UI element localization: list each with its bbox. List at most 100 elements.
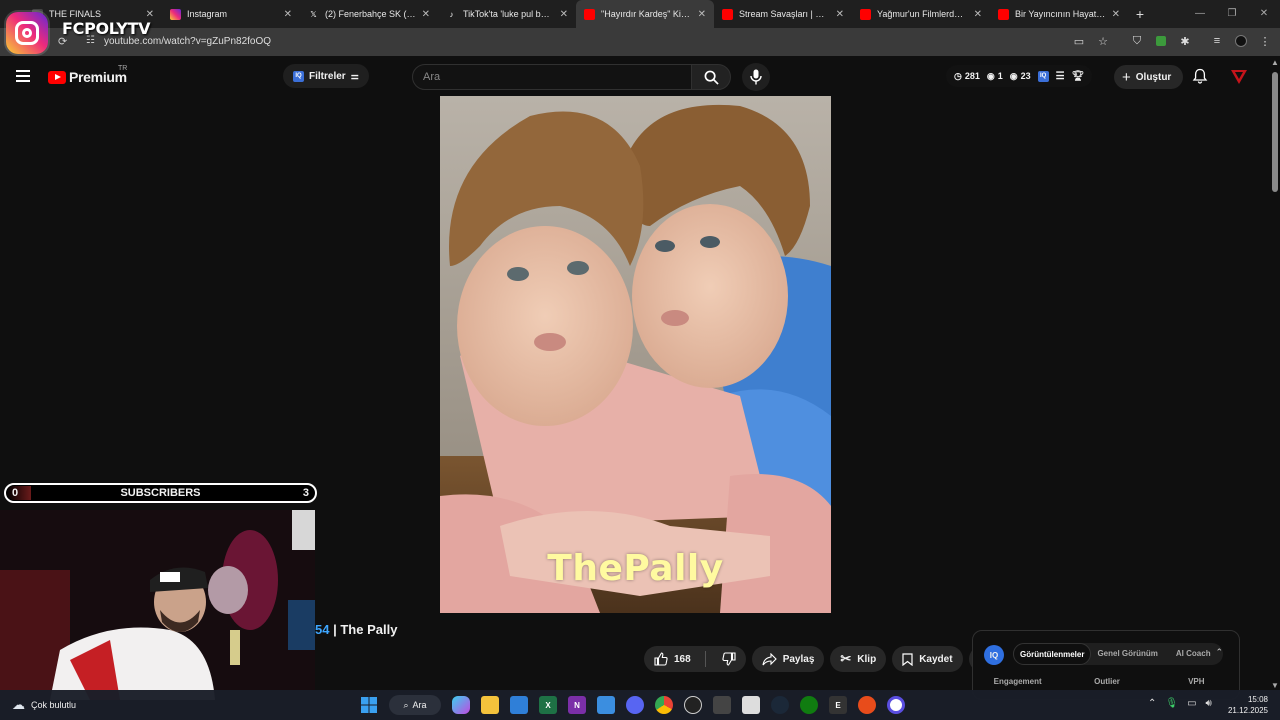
tab-ai-coach[interactable]: AI Coach xyxy=(1164,643,1223,665)
browser-tab[interactable]: Stream Savaşları | Ebo x U ✕ xyxy=(714,0,852,28)
minimize-icon[interactable]: — xyxy=(1184,0,1216,28)
vidiq-metric-columns: Engagement Outlier VPH xyxy=(973,677,1241,686)
subs-value: 23 xyxy=(1020,71,1031,81)
notifications-bell-icon[interactable] xyxy=(1192,68,1208,84)
close-icon[interactable]: ✕ xyxy=(974,9,982,20)
video-player[interactable]: ThePally xyxy=(440,96,831,613)
obs-icon[interactable] xyxy=(684,696,702,714)
windows-start-icon[interactable] xyxy=(360,696,378,714)
share-button[interactable]: Paylaş xyxy=(751,646,825,672)
taskbar-search[interactable]: ⌕ Ara xyxy=(389,695,441,715)
tab-label: Bir Yayıncının Hayatını 7 G xyxy=(1015,9,1106,19)
youtube-premium-logo[interactable]: Premium TR xyxy=(48,65,127,85)
onenote-icon[interactable]: N xyxy=(568,696,586,714)
voice-search-button[interactable] xyxy=(742,63,770,91)
subs-label: SUBSCRIBERS xyxy=(120,487,201,499)
excel-icon[interactable]: X xyxy=(539,696,557,714)
browser-tab[interactable]: Yağmur'un Filmlerden Fel ✕ xyxy=(852,0,990,28)
search-button[interactable] xyxy=(691,64,731,90)
weather-widget[interactable]: ☁ Çok bulutlu xyxy=(12,697,76,713)
extensions-puzzle-icon[interactable]: ✱ xyxy=(1178,34,1192,48)
list-icon[interactable]: ☰ xyxy=(1056,71,1065,82)
like-divider xyxy=(704,651,706,667)
browser-tab[interactable]: 𝕏 (2) Fenerbahçe SK (@Fenerbahçe) ✕ xyxy=(300,0,438,28)
close-icon[interactable]: ✕ xyxy=(698,9,706,20)
chrome-icon[interactable] xyxy=(655,696,673,714)
taskbar-apps: ⌕ Ara X N E xyxy=(360,695,905,715)
youtube-icon xyxy=(722,8,733,20)
bookmark-icon xyxy=(902,652,913,666)
share-icon xyxy=(762,652,777,665)
share-label: Paylaş xyxy=(782,653,815,665)
xbox-icon[interactable] xyxy=(800,696,818,714)
browser-tab[interactable]: Instagram ✕ xyxy=(162,0,300,28)
system-tray: ⌃ 🎙︎ ▭ 🔊︎ xyxy=(1148,698,1212,709)
filters-button[interactable]: IQ Filtreler ⚌ xyxy=(283,64,369,88)
cast-icon[interactable]: ▭ xyxy=(1072,34,1086,48)
search-input[interactable] xyxy=(413,65,691,89)
calculator-icon[interactable] xyxy=(713,696,731,714)
close-icon[interactable]: ✕ xyxy=(836,9,844,20)
tray-chevron-icon[interactable]: ⌃ xyxy=(1148,698,1156,709)
scroll-down-icon[interactable]: ▼ xyxy=(1271,681,1279,690)
close-icon[interactable]: ✕ xyxy=(1112,9,1120,20)
browser-tab[interactable]: ♪ TikTok'ta 'luke pul box' bul ✕ xyxy=(438,0,576,28)
steam-icon[interactable] xyxy=(771,696,789,714)
create-label: Oluştur xyxy=(1135,71,1172,83)
close-icon[interactable]: ✕ xyxy=(284,9,292,20)
close-window-icon[interactable]: ✕ xyxy=(1248,0,1280,28)
video-title-text: | The Pally xyxy=(333,622,398,637)
store-icon[interactable] xyxy=(510,696,528,714)
tiktok-icon: ♪ xyxy=(449,9,454,19)
tab-label: Yağmur'un Filmlerden Fel xyxy=(877,9,968,19)
vidiq-stats[interactable]: ◷ 281 ◉ 1 ◉ 23 IQ ☰ 🏆︎ xyxy=(946,65,1093,87)
volume-icon[interactable]: 🔊︎ xyxy=(1206,698,1212,709)
tab-views[interactable]: Görüntülenmeler xyxy=(1013,643,1092,665)
close-icon[interactable]: ✕ xyxy=(560,9,568,20)
extension-green-icon[interactable] xyxy=(1154,34,1168,48)
dislike-button[interactable] xyxy=(712,646,746,672)
clip-label: Klip xyxy=(857,653,877,665)
browser-tab[interactable]: Bir Yayıncının Hayatını 7 G ✕ xyxy=(990,0,1128,28)
media-control-icon[interactable]: ≡ xyxy=(1210,34,1224,48)
scroll-up-icon[interactable]: ▲ xyxy=(1271,58,1279,67)
profile-avatar-icon[interactable] xyxy=(1234,34,1248,48)
save-button[interactable]: Kaydet xyxy=(892,646,963,672)
menu-icon[interactable] xyxy=(16,70,30,82)
maximize-icon[interactable]: ❐ xyxy=(1216,0,1248,28)
tab-overview[interactable]: Genel Görünüm xyxy=(1091,643,1163,665)
file-explorer-icon[interactable] xyxy=(481,696,499,714)
clock[interactable]: 15:08 21.12.2025 xyxy=(1226,694,1268,716)
epic-games-icon[interactable]: E xyxy=(829,696,847,714)
browser-tab-active[interactable]: "Hayırdır Kardeş" Kick & Tw ✕ xyxy=(576,0,714,28)
subscribers-goal-bar: 0 SUBSCRIBERS 3 xyxy=(4,483,317,503)
copilot-icon[interactable] xyxy=(452,696,470,714)
vidiq-logo-icon: IQ xyxy=(984,645,1004,665)
microphone-tray-icon[interactable]: 🎙︎ xyxy=(1165,698,1178,709)
game-launcher-icon[interactable] xyxy=(858,696,876,714)
trophy-icon[interactable]: 🏆︎ xyxy=(1072,71,1085,82)
vidiq-icon[interactable]: IQ xyxy=(1037,70,1049,82)
clip-button[interactable]: ✂ Klip xyxy=(830,646,887,672)
create-button[interactable]: + Oluştur xyxy=(1114,65,1184,89)
metric-engagement: Engagement xyxy=(993,677,1042,686)
filters-label: Filtreler xyxy=(309,70,346,82)
photos-icon[interactable] xyxy=(742,696,760,714)
like-button[interactable]: 168 xyxy=(644,646,699,672)
discord-icon[interactable] xyxy=(626,696,644,714)
scroll-thumb[interactable] xyxy=(1272,72,1278,192)
notepad-icon[interactable] xyxy=(597,696,615,714)
search-icon xyxy=(704,70,719,85)
close-icon[interactable]: ✕ xyxy=(422,9,430,20)
new-tab-button[interactable]: + xyxy=(1128,6,1152,22)
collapse-chevron-icon[interactable]: ⌃ xyxy=(1215,647,1223,658)
page-scrollbar[interactable]: ▲ ▼ xyxy=(1270,58,1280,690)
address-bar: ⟳ ☷ youtube.com/watch?v=gZuPn82foOQ ▭ ☆ … xyxy=(0,28,1280,56)
instagram-handle: FCPOLYTV xyxy=(62,18,151,38)
shield-icon[interactable]: ⛉ xyxy=(1130,34,1144,48)
bookmark-star-icon[interactable]: ☆ xyxy=(1096,34,1110,48)
network-icon[interactable]: ▭ xyxy=(1187,698,1196,709)
browser-menu-icon[interactable]: ⋮ xyxy=(1258,34,1272,48)
app-circle-icon[interactable] xyxy=(887,696,905,714)
channel-avatar[interactable] xyxy=(1230,67,1248,85)
